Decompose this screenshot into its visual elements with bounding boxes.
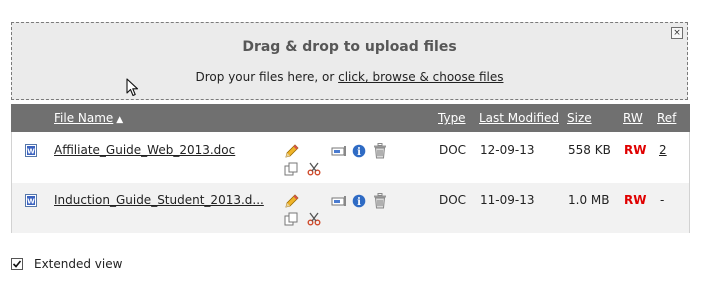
table-header: File Name ▲ Type Last Modified Size RW Re… xyxy=(11,104,690,132)
copy-icon[interactable] xyxy=(284,162,298,176)
browse-files-link[interactable]: click, browse & choose files xyxy=(338,70,503,84)
close-dropzone-button[interactable]: × xyxy=(671,27,683,39)
file-last-modified: 12-09-13 xyxy=(480,143,535,157)
file-size: 1.0 MB xyxy=(568,193,610,207)
extended-view-label[interactable]: Extended view xyxy=(34,257,122,271)
file-size: 558 KB xyxy=(568,143,611,157)
file-table: File Name ▲ Type Last Modified Size RW Re… xyxy=(11,104,690,233)
column-ref[interactable]: Ref xyxy=(657,111,676,125)
file-type: DOC xyxy=(439,193,467,207)
file-permissions: RW xyxy=(624,193,647,207)
svg-text:i: i xyxy=(357,147,361,158)
mouse-cursor-icon xyxy=(126,78,139,97)
dropzone-subtitle-prefix: Drop your files here, or xyxy=(195,70,339,84)
copy-icon[interactable] xyxy=(284,212,298,226)
cut-scissors-icon[interactable] xyxy=(307,212,321,226)
file-name-link[interactable]: Induction_Guide_Student_2013.d... xyxy=(54,193,264,207)
file-type: DOC xyxy=(439,143,467,157)
delete-trash-icon[interactable] xyxy=(373,143,387,159)
sort-ascending-icon: ▲ xyxy=(116,115,124,125)
column-type[interactable]: Type xyxy=(438,111,466,125)
dropzone-subtitle: Drop your files here, or click, browse &… xyxy=(12,70,687,84)
svg-text:W: W xyxy=(27,198,35,206)
edit-pencil-icon[interactable] xyxy=(284,193,300,209)
svg-text:i: i xyxy=(357,197,361,208)
dropzone-title: Drag & drop to upload files xyxy=(242,39,457,55)
upload-dropzone[interactable]: × Drag & drop to upload files Drop your … xyxy=(11,22,688,100)
file-last-modified: 11-09-13 xyxy=(480,193,535,207)
info-icon[interactable]: i xyxy=(352,194,366,208)
edit-pencil-icon[interactable] xyxy=(284,143,300,159)
column-file-name[interactable]: File Name ▲ xyxy=(54,111,123,125)
file-permissions: RW xyxy=(624,143,647,157)
cut-scissors-icon[interactable] xyxy=(307,162,321,176)
file-ref: - xyxy=(660,193,665,207)
table-row: W Affiliate_Guide_Web_2013.doc i DOC 12-… xyxy=(12,133,689,183)
table-row: W Induction_Guide_Student_2013.d... i DO… xyxy=(12,183,689,233)
word-document-icon: W xyxy=(25,144,37,157)
svg-text:W: W xyxy=(27,148,35,156)
extended-view-checkbox[interactable] xyxy=(11,258,23,270)
word-document-icon: W xyxy=(25,194,37,207)
column-rw[interactable]: RW xyxy=(623,111,643,125)
column-last-modified[interactable]: Last Modified xyxy=(479,111,559,125)
file-name-link[interactable]: Affiliate_Guide_Web_2013.doc xyxy=(54,143,235,157)
info-icon[interactable]: i xyxy=(352,144,366,158)
preview-icon[interactable] xyxy=(331,145,347,157)
preview-icon[interactable] xyxy=(331,195,347,207)
column-size[interactable]: Size xyxy=(567,111,592,125)
file-ref-link[interactable]: 2 xyxy=(659,143,667,157)
delete-trash-icon[interactable] xyxy=(373,193,387,209)
